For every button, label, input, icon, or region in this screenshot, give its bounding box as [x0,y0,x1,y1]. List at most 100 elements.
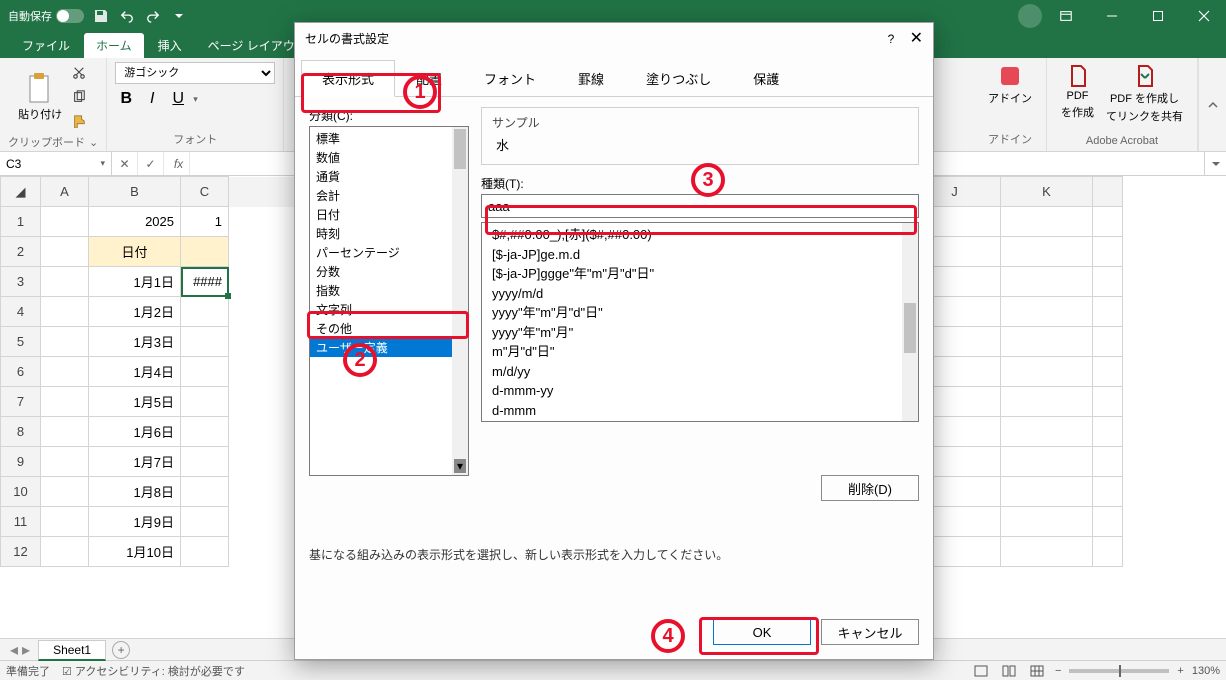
category-listbox[interactable]: 標準数値通貨会計日付時刻パーセンテージ分数指数文字列その他ユーザー定義 ▾ [309,126,469,476]
italic-button[interactable]: I [141,88,163,110]
cell[interactable] [1093,417,1123,447]
cell[interactable] [41,237,89,267]
type-item[interactable]: yyyy/m/d [486,284,914,304]
cell[interactable] [1093,387,1123,417]
cell[interactable] [1001,537,1093,567]
ribbon-collapse-icon[interactable] [1198,58,1226,151]
format-painter-icon[interactable] [68,110,90,132]
normal-view-icon[interactable] [971,663,991,679]
cell[interactable] [181,357,229,387]
cell[interactable] [1001,237,1093,267]
cell[interactable]: 1月8日 [89,477,181,507]
cell[interactable]: 1月4日 [89,357,181,387]
dialog-close-button[interactable]: ✕ [910,30,923,47]
cell[interactable] [181,447,229,477]
scrollbar[interactable] [902,223,918,421]
cell[interactable] [41,537,89,567]
category-item[interactable]: ユーザー定義 [310,338,468,357]
category-item[interactable]: 時刻 [310,224,468,243]
cell[interactable] [1001,507,1093,537]
ribbon-display-options-icon[interactable] [1044,0,1088,32]
row-header[interactable]: 4 [1,297,41,327]
cell[interactable] [41,507,89,537]
bold-button[interactable]: B [115,88,137,110]
type-item[interactable]: $#,##0.00_);[赤]($#,##0.00) [486,225,914,245]
category-item[interactable]: 文字列 [310,300,468,319]
type-item[interactable]: yyyy"年"m"月"d"日" [486,303,914,323]
cell[interactable] [181,507,229,537]
type-item[interactable]: [$-ja-JP]ggge"年"m"月"d"日" [486,264,914,284]
row-header[interactable]: 5 [1,327,41,357]
row-header[interactable]: 7 [1,387,41,417]
cell[interactable] [181,477,229,507]
type-item[interactable]: m"月"d"日" [486,342,914,362]
category-item[interactable]: 通貨 [310,167,468,186]
sheet-nav-next-icon[interactable]: ▸ [22,640,30,660]
cell[interactable] [181,387,229,417]
autosave-toggle[interactable]: 自動保存 [8,8,84,24]
row-header[interactable]: 2 [1,237,41,267]
column-header[interactable]: A [41,177,89,207]
row-header[interactable]: 3 [1,267,41,297]
name-box[interactable]: C3 ▾ [0,152,112,175]
cell[interactable] [41,447,89,477]
cell[interactable] [1093,207,1123,237]
cell[interactable] [1093,237,1123,267]
cell[interactable] [41,297,89,327]
cell[interactable]: 1月2日 [89,297,181,327]
cell[interactable] [1093,507,1123,537]
cell[interactable] [1093,537,1123,567]
category-item[interactable]: パーセンテージ [310,243,468,262]
cell[interactable]: 2025 [89,207,181,237]
category-item[interactable]: 標準 [310,129,468,148]
save-icon[interactable] [92,7,110,25]
cell[interactable] [1093,357,1123,387]
row-header[interactable]: 12 [1,537,41,567]
cell[interactable] [1093,327,1123,357]
cell[interactable]: 1 [181,207,229,237]
type-item[interactable]: [$-ja-JP]ge.m.d [486,245,914,265]
cell[interactable] [181,417,229,447]
sheet-nav-prev-icon[interactable]: ◂ [10,640,18,660]
cell[interactable] [1001,417,1093,447]
fx-button[interactable]: fx [164,152,190,175]
pdf-share-button[interactable]: PDF を作成し てリンクを共有 [1100,62,1189,126]
cell[interactable] [181,237,229,267]
tab-number-format[interactable]: 表示形式 [301,60,395,97]
copy-icon[interactable] [68,86,90,108]
cell[interactable] [1001,447,1093,477]
row-header[interactable]: 11 [1,507,41,537]
category-item[interactable]: 日付 [310,205,468,224]
accessibility-status[interactable]: ☑ アクセシビリティ: 検討が必要です [62,663,245,679]
category-item[interactable]: 分数 [310,262,468,281]
formula-expand-icon[interactable] [1204,152,1226,175]
cell[interactable]: 1月7日 [89,447,181,477]
scrollbar[interactable]: ▾ [452,127,468,475]
column-header[interactable]: K [1001,177,1093,207]
pdf-create-button[interactable]: PDF を作成 [1055,62,1100,126]
cell[interactable] [1001,267,1093,297]
select-all-corner[interactable]: ◢ [1,177,41,207]
cell[interactable] [41,327,89,357]
type-input[interactable] [481,194,919,218]
category-item[interactable]: 会計 [310,186,468,205]
row-header[interactable]: 9 [1,447,41,477]
enter-formula-icon[interactable]: ✓ [138,152,164,175]
cell[interactable] [1001,357,1093,387]
cell[interactable] [41,387,89,417]
category-item[interactable]: その他 [310,319,468,338]
cell[interactable]: 1月9日 [89,507,181,537]
cell[interactable] [181,297,229,327]
sheet-tab[interactable]: Sheet1 [38,640,106,661]
cell[interactable]: #### [181,267,229,297]
tab-border[interactable]: 罫線 [557,60,625,97]
cell[interactable]: 1月6日 [89,417,181,447]
type-item[interactable]: d-mmm [486,401,914,421]
tab-protection[interactable]: 保護 [732,60,800,97]
cell[interactable] [41,477,89,507]
cut-icon[interactable] [68,62,90,84]
underline-button[interactable]: U [167,88,189,110]
cell[interactable] [1093,447,1123,477]
ok-button[interactable]: OK [713,619,811,645]
cell[interactable] [1093,267,1123,297]
